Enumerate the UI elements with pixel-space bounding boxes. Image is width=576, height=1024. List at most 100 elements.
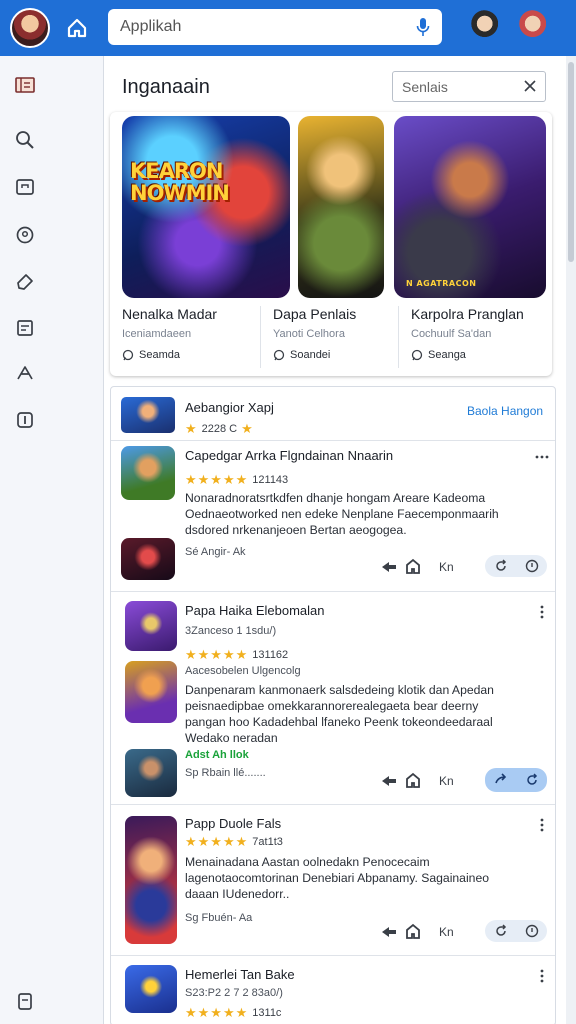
- app-rating: ★★★★★ 131162: [185, 647, 289, 662]
- share-icon[interactable]: [379, 922, 399, 942]
- action-label[interactable]: Kn: [439, 925, 454, 939]
- share-icon[interactable]: [379, 771, 399, 791]
- search-bar[interactable]: [108, 9, 442, 45]
- app-footer: Sg Fbuén- Aa: [185, 912, 253, 924]
- app-meta: 3Zanceso 1 1sdu/): [185, 625, 277, 637]
- app-list: Aebangior Xapj ★ 2228 C ★ Baola Hangon Cap…: [110, 386, 556, 1024]
- top-bar: [0, 0, 576, 56]
- star-icon: ★★★★★: [185, 834, 249, 849]
- action-pill[interactable]: [485, 555, 547, 577]
- action-pill[interactable]: [485, 920, 547, 942]
- app-rating: ★★★★★ 121143: [185, 472, 289, 487]
- star-icon: ★: [185, 421, 198, 436]
- app-title: Papp Duole Fals: [185, 816, 282, 831]
- profile-avatar-icon[interactable]: [514, 10, 548, 44]
- app-rating: ★★★★★ 7at1t3: [185, 834, 283, 849]
- repost-icon[interactable]: [403, 557, 423, 577]
- featured-card: KEARON NOWMIN N AGATRACON Nenalka Madar …: [110, 112, 552, 376]
- filter-box[interactable]: [392, 71, 546, 102]
- scroll-thumb[interactable]: [568, 62, 574, 262]
- featured-item[interactable]: Nenalka Madar Iceniamdaeen Seamda: [122, 306, 250, 368]
- share-icon[interactable]: [379, 557, 399, 577]
- refresh-icon[interactable]: [525, 773, 539, 787]
- featured-item-name: Dapa Penlais: [273, 306, 357, 322]
- info-icon[interactable]: [12, 407, 38, 433]
- navigate-icon[interactable]: [12, 361, 38, 387]
- list-item[interactable]: Capedgar Arrka Flgndainan Nnaarin ★★★★★ 1…: [111, 442, 555, 592]
- app-status: Adst Ah llok: [185, 749, 249, 761]
- library-icon[interactable]: [12, 72, 38, 98]
- store-icon[interactable]: [12, 174, 38, 200]
- featured-game-art[interactable]: KEARON NOWMIN: [122, 116, 290, 298]
- news-icon[interactable]: [12, 315, 38, 341]
- info-icon[interactable]: [525, 559, 539, 573]
- mic-icon[interactable]: [416, 17, 430, 37]
- star-icon: ★★★★★: [185, 1005, 249, 1020]
- app-subtitle: Aacesobelen Ulgencolg: [185, 665, 301, 677]
- app-icon: [125, 749, 177, 797]
- app-title: Aebangior Xapj: [185, 400, 274, 415]
- action-pill[interactable]: [485, 768, 547, 792]
- scrollbar[interactable]: [566, 56, 576, 1024]
- repost-icon[interactable]: [403, 922, 423, 942]
- list-item[interactable]: Hemerlei Tan Bake S23:P2 2 7 2 83a0/) ★★…: [111, 957, 555, 1024]
- star-icon: ★★★★★: [185, 647, 249, 662]
- featured-item-subtitle: Cochuulf Sa'dan: [411, 328, 492, 340]
- chat-icon: [411, 349, 423, 361]
- app-rating: ★ 2228 C ★: [185, 421, 254, 436]
- featured-title: Inganaain: [122, 76, 210, 98]
- filter-input[interactable]: [402, 78, 512, 95]
- list-item[interactable]: Papp Duole Fals ★★★★★ 7at1t3 Menainadana …: [111, 806, 555, 956]
- list-item[interactable]: Papa Haika Elebomalan 3Zanceso 1 1sdu/) …: [111, 593, 555, 805]
- app-meta: S23:P2 2 7 2 83a0/): [185, 987, 283, 999]
- left-rail: [0, 56, 104, 1024]
- featured-item-name: Nenalka Madar: [122, 306, 217, 322]
- friend-avatar-icon[interactable]: [466, 10, 500, 44]
- star-icon: ★: [241, 421, 254, 436]
- app-title: Papa Haika Elebomalan: [185, 603, 325, 618]
- action-label[interactable]: Kn: [439, 774, 454, 788]
- app-rating: ★★★★★ 1311c: [185, 1005, 282, 1020]
- featured-item-subtitle: Iceniamdaeen: [122, 328, 192, 340]
- featured-game-art[interactable]: N AGATRACON: [394, 116, 546, 298]
- featured-item-name: Karpolra Pranglan: [411, 306, 524, 322]
- featured-item-meta: Soandei: [273, 349, 330, 361]
- user-avatar[interactable]: [10, 8, 50, 48]
- action-label[interactable]: Kn: [439, 560, 454, 574]
- more-icon[interactable]: [535, 450, 549, 464]
- chat-icon: [273, 349, 285, 361]
- home-icon[interactable]: [64, 15, 90, 41]
- featured-item-meta: Seamda: [122, 349, 180, 361]
- refresh-icon[interactable]: [494, 924, 508, 938]
- featured-item[interactable]: Dapa Penlais Yanoti Celhora Soandei: [260, 306, 388, 368]
- header-link[interactable]: Baola Hangon: [467, 404, 543, 418]
- app-description: Menainadana Aastan oolnedakn Penocecaim …: [185, 855, 489, 901]
- app-icon: [121, 397, 175, 433]
- close-icon[interactable]: [523, 79, 537, 93]
- featured-game-art[interactable]: [298, 116, 384, 298]
- info-icon[interactable]: [525, 924, 539, 938]
- tag-icon[interactable]: [12, 269, 38, 295]
- featured-item-meta: Seanga: [411, 349, 466, 361]
- refresh-icon[interactable]: [494, 559, 508, 573]
- app-description: Danpenaram kanmonaerk salsdedeing klotik…: [185, 683, 494, 745]
- app-icon: [125, 965, 177, 1013]
- app-footer: Sp Rbain llé.......: [185, 767, 266, 779]
- more-icon[interactable]: [535, 969, 549, 983]
- game-logo: N AGATRACON: [406, 279, 477, 288]
- search-icon[interactable]: [12, 127, 38, 153]
- history-icon[interactable]: [12, 222, 38, 248]
- featured-item[interactable]: Karpolra Pranglan Cochuulf Sa'dan Seanga: [398, 306, 548, 368]
- list-item[interactable]: Aebangior Xapj ★ 2228 C ★ Baola Hangon: [111, 387, 555, 441]
- search-input[interactable]: [120, 18, 400, 36]
- app-title: Capedgar Arrka Flgndainan Nnaarin: [185, 448, 394, 463]
- more-icon[interactable]: [535, 818, 549, 832]
- app-icon: [125, 661, 177, 723]
- share-icon[interactable]: [494, 773, 508, 787]
- repost-icon[interactable]: [403, 771, 423, 791]
- star-icon: ★★★★★: [185, 472, 249, 487]
- app-title: Hemerlei Tan Bake: [185, 967, 295, 982]
- downloads-icon[interactable]: [12, 988, 38, 1014]
- more-icon[interactable]: [535, 605, 549, 619]
- app-icon: [121, 446, 175, 500]
